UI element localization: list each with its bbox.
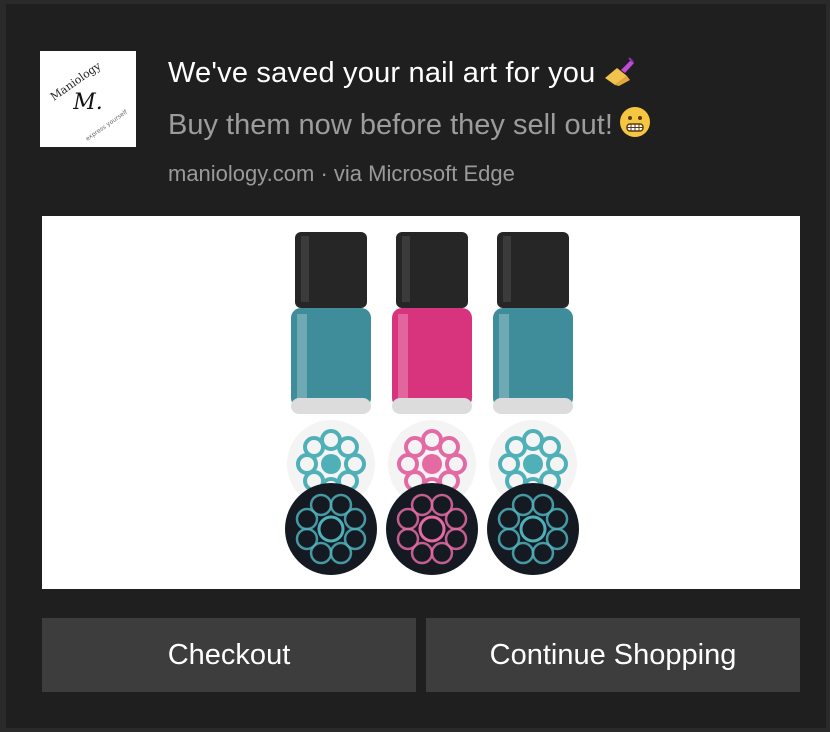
checkout-button[interactable]: Checkout xyxy=(42,618,416,692)
notification-title: We've saved your nail art for you xyxy=(168,56,635,94)
continue-shopping-button[interactable]: Continue Shopping xyxy=(426,618,800,692)
source-domain: maniology.com xyxy=(168,161,315,186)
nail-art-products-image xyxy=(285,232,579,575)
notification-attribution: maniology.com · via Microsoft Edge xyxy=(168,161,515,187)
maniology-logo: Maniology M. express yourself xyxy=(40,51,136,147)
logo-mark: M. xyxy=(72,90,103,115)
notification-body: Buy them now before they sell out! xyxy=(168,106,651,146)
stamping-plate-dark xyxy=(285,483,377,575)
body-text: Buy them now before they sell out! xyxy=(168,109,613,141)
title-text: We've saved your nail art for you xyxy=(168,57,596,89)
hero-image xyxy=(42,216,800,589)
checkout-button-label: Checkout xyxy=(167,638,291,671)
nail-polish-bottle xyxy=(291,232,371,414)
via-app: via Microsoft Edge xyxy=(333,161,515,186)
continue-shopping-button-label: Continue Shopping xyxy=(489,638,737,671)
nail-polish-bottle xyxy=(493,232,573,414)
stamping-plate-dark xyxy=(386,483,478,575)
stamping-plate-dark xyxy=(487,483,579,575)
attribution-separator: · xyxy=(320,161,328,186)
grimacing-face-icon xyxy=(619,106,651,146)
notification-toast[interactable]: Maniology M. express yourself We've save… xyxy=(0,0,830,732)
nail-polish-bottle xyxy=(392,232,472,414)
nail-polish-icon xyxy=(601,56,635,94)
